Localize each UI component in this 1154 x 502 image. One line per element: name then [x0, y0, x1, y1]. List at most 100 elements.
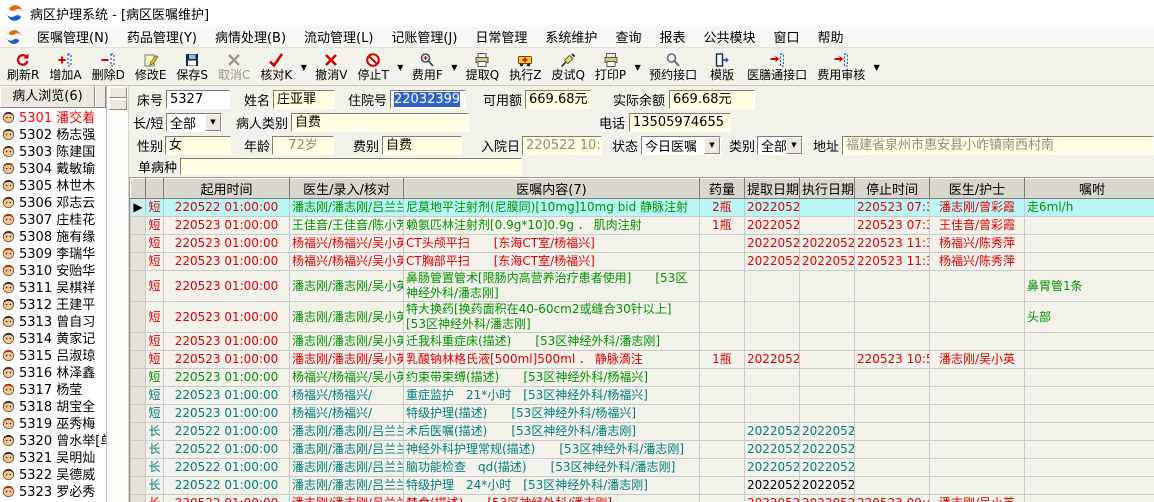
menu-item[interactable]: 药品管理(Y) — [118, 25, 206, 48]
toolbar-dropdown-arrow-icon[interactable]: ▼ — [297, 49, 310, 85]
menu-item[interactable]: 医嘱管理(N) — [28, 25, 118, 48]
toolbar-button[interactable]: 撤消V — [310, 49, 352, 85]
order-cell-remark: 走6ml/h — [1024, 198, 1154, 217]
menu-item[interactable]: 公共模块 — [694, 25, 764, 48]
patient-list-item[interactable]: 5316 林泽鑫 — [0, 363, 106, 381]
menu-item[interactable]: 查询 — [606, 25, 650, 48]
menu-item[interactable]: 日常管理 — [466, 25, 536, 48]
name-field[interactable]: 庄亚罪 — [273, 89, 335, 109]
toolbar-button[interactable]: 提取Q — [461, 49, 504, 85]
bed-no-field[interactable]: 5327 — [166, 89, 230, 109]
toolbar-button[interactable]: 医膳通接口 — [742, 49, 812, 85]
patient-list-item[interactable]: 5314 黄家记 — [0, 329, 106, 347]
patient-list-item[interactable]: 5308 施有缘 — [0, 227, 106, 245]
menu-item[interactable]: 帮助 — [809, 25, 853, 48]
patient-list-item[interactable]: 5313 曾自习 — [0, 312, 106, 330]
gender-field[interactable]: 女 — [165, 135, 231, 155]
toolbar-button[interactable]: 刷新R — [2, 49, 44, 85]
toolbar-button[interactable]: 执行Z — [504, 49, 546, 85]
menu-item[interactable]: 窗口 — [764, 25, 808, 48]
patient-list-item[interactable]: 5319 巫秀梅 — [0, 414, 106, 432]
sidebar-corner-button[interactable] — [95, 86, 106, 108]
toolbar-button[interactable]: 皮试Q — [546, 49, 589, 85]
menu-item[interactable]: 系统维护 — [536, 25, 606, 48]
order-table-row[interactable]: 短 220523 01:00:00 潘志刚/潘志刚/吴小英 鼻肠管置管术[限肠内高营养… — [130, 270, 1154, 302]
patient-list-item[interactable]: 5311 吴棋祥 — [0, 278, 106, 296]
toolbar-button[interactable]: 打印P — [590, 49, 631, 85]
order-table-row[interactable]: 长220522 01:00:00潘志刚/潘志刚/吕兰兰禁食(描述) [53区神经… — [130, 494, 1154, 502]
order-table-row[interactable]: 短 220523 01:00:00 杨福兴/杨福兴/吴小英 CT头颅平扫 [东海CT室… — [130, 234, 1154, 253]
patient-list-item[interactable]: 5306 邓志云 — [0, 193, 106, 211]
toolbar-dropdown-arrow-icon[interactable]: ▼ — [631, 49, 644, 85]
patient-list-item[interactable]: 5305 林世木 — [0, 176, 106, 194]
patient-list-item[interactable]: 5302 杨志强 — [0, 125, 106, 143]
available-field[interactable]: 669.68元 — [525, 89, 591, 109]
order-table-row[interactable]: 长 220522 01:00:00 潘志刚/潘志刚/吕兰兰 脑功能检查 qd(描述) … — [130, 458, 1154, 477]
patient-list-item[interactable]: 5301 潘交着 — [0, 108, 106, 126]
toolbar-button[interactable]: 费用审核 — [812, 49, 870, 85]
patient-list-item[interactable]: 5309 李瑞华 — [0, 244, 106, 262]
patient-type-field[interactable]: 自费 — [291, 112, 469, 132]
chevron-down-icon[interactable]: ▼ — [786, 136, 802, 154]
admission-no-field[interactable]: 22032399 — [390, 89, 466, 109]
order-table-row[interactable]: ▶ 短 220522 01:00:00 潘志刚/潘志刚/吕兰兰 尼莫地平注射剂(尼膜同)… — [130, 198, 1154, 217]
toolbar-dropdown-arrow-icon[interactable]: ▼ — [870, 49, 883, 85]
order-table-row[interactable]: 短 220523 01:00:00 潘志刚/潘志刚/吴小英 特大换药[换药面积在40-… — [130, 301, 1154, 333]
chevron-down-icon[interactable]: ▼ — [205, 113, 221, 131]
long-short-combobox[interactable]: 全部 ▼ — [166, 112, 222, 132]
toolbar-dropdown-arrow-icon[interactable]: ▼ — [448, 49, 461, 85]
order-cell-content: 特大换药[换药面积在40-60cm2或缝合30针以上] [53区神经外科/潘志刚… — [403, 301, 700, 333]
splitter-collapse-button-top[interactable] — [108, 87, 127, 98]
patient-list-item[interactable]: 5303 陈建国 — [0, 142, 106, 160]
patient-list-item[interactable]: 5310 安贻华 — [0, 261, 106, 279]
actual-balance-field[interactable]: 669.68元 — [669, 89, 755, 109]
patient-list-item[interactable]: 5304 戴敏瑜 — [0, 159, 106, 177]
patient-list-item[interactable]: 5317 杨莹 — [0, 380, 106, 398]
order-table-row[interactable]: 短 220523 01:00:00 潘志刚/潘志刚/吴小英 乳酸钠林格氏液[500ml… — [130, 350, 1154, 369]
toolbar-button[interactable]: 预约接口 — [644, 49, 702, 85]
order-table-row[interactable]: 长 220522 01:00:00 潘志刚/潘志刚/吕兰兰 术后医嘱(描述) [53区… — [130, 422, 1154, 441]
admit-date-field[interactable]: 220522 10:41 — [522, 135, 602, 155]
patient-list-item[interactable]: 5318 胡宝全 — [0, 397, 106, 415]
status-combobox[interactable]: 今日医嘱 ▼ — [641, 135, 721, 155]
toolbar-dropdown-arrow-icon[interactable]: ▼ — [394, 49, 407, 85]
patient-list-item[interactable]: 5307 庄桂花 — [0, 210, 106, 228]
menu-item[interactable]: 报表 — [650, 25, 694, 48]
female-patient-icon — [1, 160, 16, 175]
patient-list-item[interactable]: 5320 曾水举[单] — [0, 431, 106, 449]
category-combobox[interactable]: 全部 ▼ — [757, 135, 803, 155]
address-field[interactable]: 福建省泉州市惠安县小岞镇南西村南 — [842, 135, 1154, 155]
order-cell-start: 220523 01:00:00 — [163, 368, 290, 387]
patient-list-item[interactable]: 5321 吴明灿 — [0, 448, 106, 466]
toolbar-button[interactable]: 删除D — [87, 49, 130, 85]
toolbar-button[interactable]: 保存S — [171, 49, 213, 85]
patient-list-item[interactable]: 5315 吕淑琼 — [0, 346, 106, 364]
toolbar-button[interactable]: 修改E — [130, 49, 172, 85]
order-table-row[interactable]: 短 220523 01:00:00 杨福兴/杨福兴/特级护理(描述) [53区神经外… — [130, 404, 1154, 423]
order-table-row[interactable]: 长 220522 01:00:00 潘志刚/潘志刚/吕兰兰 神经外科护理常规(描述) … — [130, 440, 1154, 459]
single-disease-field[interactable] — [180, 157, 522, 175]
menu-item[interactable]: 流动管理(L) — [295, 25, 382, 48]
toolbar-button[interactable]: 模版 — [702, 49, 742, 85]
order-table-row[interactable]: 短 220523 01:00:00 杨福兴/杨福兴/吴小英 约束带束缚(描述) [53… — [130, 368, 1154, 387]
toolbar-button[interactable]: 停止T — [353, 49, 394, 85]
toolbar-button[interactable]: 费用F — [407, 49, 448, 85]
order-table-row[interactable]: 短 220523 01:00:00 杨福兴/杨福兴/吴小英 CT胸部平扫 [东海CT室… — [130, 252, 1154, 271]
order-table-row[interactable]: 短 220523 01:00:00 潘志刚/潘志刚/吴小英 迁我科重症床(描述) [5… — [130, 332, 1154, 351]
age-field[interactable]: 72岁 — [272, 135, 334, 155]
toolbar-button[interactable]: 增加A — [44, 49, 86, 85]
splitter-collapse-button-bottom[interactable] — [108, 99, 127, 110]
order-table-row[interactable]: 长 220522 01:00:00 潘志刚/潘志刚/吕兰兰 特级护理 24*小时 [5… — [130, 476, 1154, 495]
phone-field[interactable]: 13505974655 — [629, 112, 731, 132]
patient-list-item[interactable]: 5312 王建平 — [0, 295, 106, 313]
patient-list-item[interactable]: 5323 罗必秀 — [0, 482, 106, 500]
order-table-row[interactable]: 短 220523 01:00:00 杨福兴/杨福兴/重症监护 21*小时 [53区神… — [130, 386, 1154, 405]
menu-item[interactable]: 病情处理(B) — [206, 25, 295, 48]
chevron-down-icon[interactable]: ▼ — [704, 136, 720, 154]
order-table-row[interactable]: 短 220523 01:00:00 王佳音/王佳音/陈小芳 赖氨匹林注射剂[0.9g*… — [130, 216, 1154, 235]
toolbar-button[interactable]: 核对K — [255, 49, 297, 85]
patient-list-item[interactable]: 5322 吴德威 — [0, 465, 106, 483]
menu-item[interactable]: 记账管理(J) — [382, 25, 466, 48]
order-cell-nurse — [929, 368, 1025, 387]
fee-type-field[interactable]: 自费 — [382, 135, 462, 155]
